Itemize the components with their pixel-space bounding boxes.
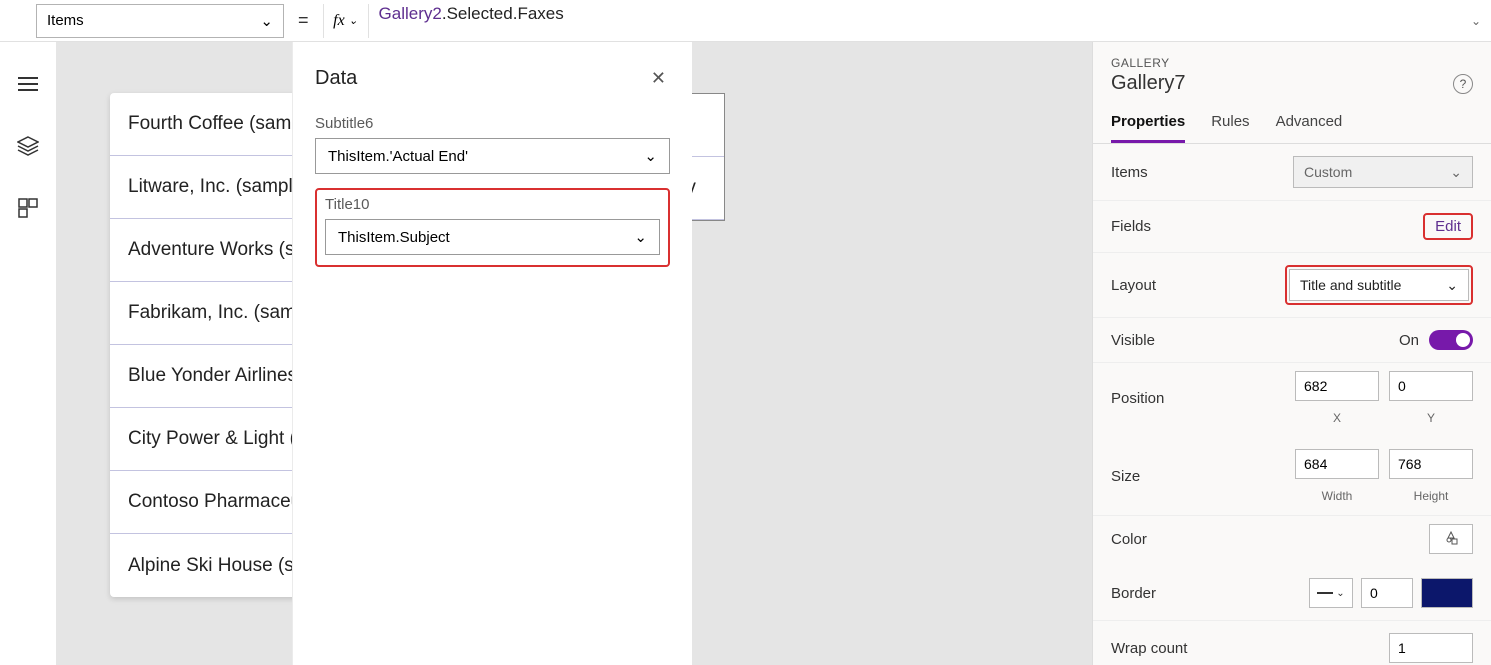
layout-highlight: Title and subtitle ⌄	[1285, 265, 1473, 305]
chevron-down-icon: ⌄	[1450, 164, 1462, 181]
color-picker-button[interactable]	[1429, 524, 1473, 554]
subtitle-field-select[interactable]: ThisItem.'Actual End' ⌄	[315, 138, 670, 174]
items-select[interactable]: Custom ⌄	[1293, 156, 1473, 188]
components-icon[interactable]	[16, 196, 40, 220]
fields-edit-highlight: Edit	[1423, 213, 1473, 240]
tab-properties[interactable]: Properties	[1111, 113, 1185, 143]
tab-rules[interactable]: Rules	[1211, 113, 1249, 143]
fields-label: Fields	[1111, 218, 1151, 235]
border-label: Border	[1111, 585, 1156, 602]
close-icon[interactable]: ✕	[647, 64, 670, 93]
chevron-down-icon: ⌄	[260, 12, 273, 30]
formula-expand-button[interactable]: ⌄	[1461, 14, 1491, 28]
wrap-count-input[interactable]	[1389, 633, 1473, 663]
hamburger-icon[interactable]	[16, 72, 40, 96]
color-label: Color	[1111, 531, 1147, 548]
title-field-highlight: Title10 ThisItem.Subject ⌄	[315, 188, 670, 267]
visible-label: Visible	[1111, 332, 1155, 349]
chevron-down-icon: ⌄	[644, 147, 657, 165]
chevron-down-icon: ⌄	[349, 14, 358, 27]
control-name: Gallery7	[1111, 72, 1185, 95]
size-label: Size	[1111, 468, 1140, 485]
chevron-down-icon: ⌄	[1446, 277, 1458, 294]
control-type-label: GALLERY	[1111, 56, 1473, 70]
fx-icon: fx	[333, 12, 345, 30]
left-rail	[0, 42, 56, 665]
border-width-input[interactable]	[1361, 578, 1413, 608]
help-icon[interactable]: ?	[1453, 74, 1473, 94]
size-width-input[interactable]	[1295, 449, 1379, 479]
tab-advanced[interactable]: Advanced	[1276, 113, 1343, 143]
data-panel-title: Data	[315, 67, 357, 90]
layout-select[interactable]: Title and subtitle ⌄	[1289, 269, 1469, 301]
title-field-select[interactable]: ThisItem.Subject ⌄	[325, 219, 660, 255]
data-panel: Data ✕ Subtitle6 ThisItem.'Actual End' ⌄…	[292, 42, 692, 665]
property-dropdown[interactable]: Items ⌄	[36, 4, 284, 38]
field-label-subtitle: Subtitle6	[315, 115, 670, 132]
fields-edit-link[interactable]: Edit	[1435, 218, 1461, 235]
equals-sign: =	[284, 10, 323, 31]
chevron-down-icon: ⌄	[634, 228, 647, 246]
field-label-title: Title10	[325, 196, 660, 213]
layers-icon[interactable]	[16, 134, 40, 158]
size-height-input[interactable]	[1389, 449, 1473, 479]
border-color-button[interactable]	[1421, 578, 1473, 608]
chevron-down-icon: ⌄	[1336, 588, 1344, 599]
visible-toggle[interactable]	[1429, 330, 1473, 350]
position-x-input[interactable]	[1295, 371, 1379, 401]
position-y-input[interactable]	[1389, 371, 1473, 401]
visible-state: On	[1399, 332, 1419, 349]
formula-input[interactable]: Gallery2.Selected.Faxes	[369, 4, 1461, 38]
fx-button[interactable]: fx ⌄	[323, 4, 369, 38]
items-label: Items	[1111, 164, 1148, 181]
position-label: Position	[1111, 390, 1164, 407]
layout-label: Layout	[1111, 277, 1156, 294]
wrap-count-label: Wrap count	[1111, 640, 1187, 657]
border-style-select[interactable]: ⌄	[1309, 578, 1353, 608]
property-dropdown-label: Items	[47, 12, 84, 29]
canvas[interactable]: Fourth Coffee (sample)› Litware, Inc. (s…	[56, 42, 1092, 665]
properties-panel: GALLERY Gallery7 ? Properties Rules Adva…	[1092, 42, 1491, 665]
